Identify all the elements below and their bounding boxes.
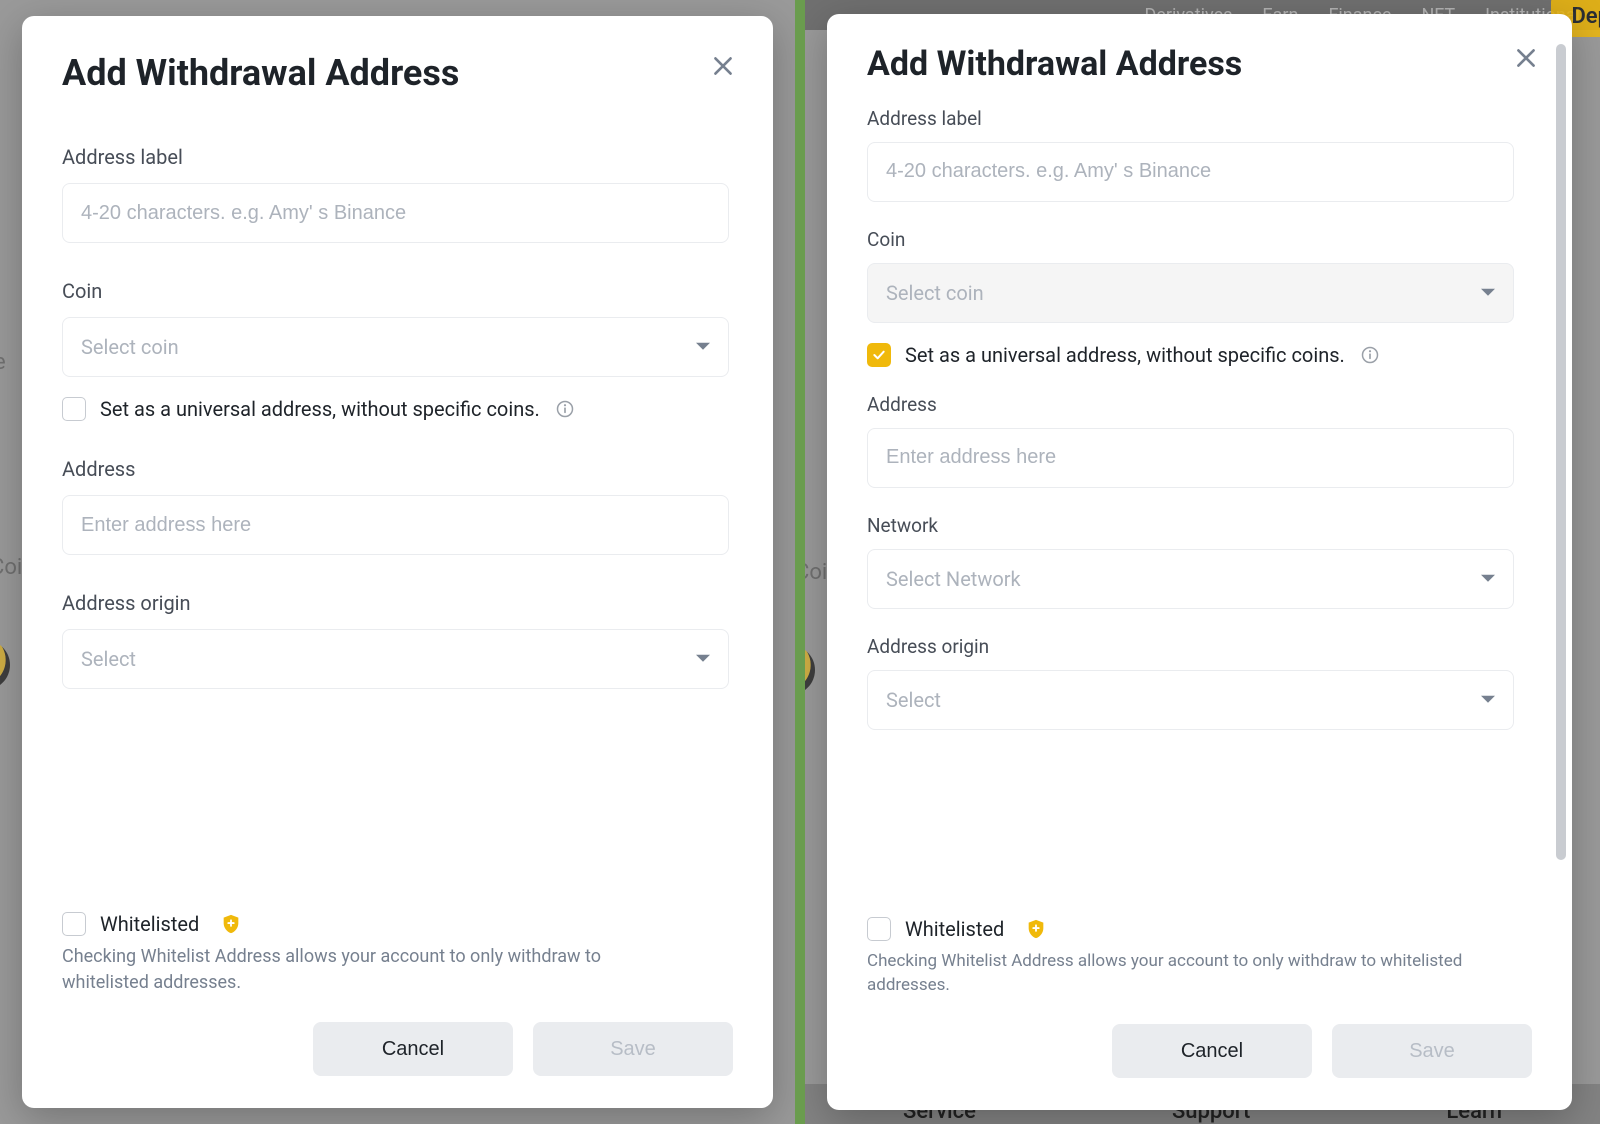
coin-select-placeholder: Select coin (81, 335, 179, 359)
button-row: Cancel Save (62, 1022, 733, 1076)
coin-select-placeholder: Select coin (886, 281, 984, 305)
save-button[interactable]: Save (533, 1022, 733, 1076)
coin-field: Coin Select coin Set as a universal add (867, 228, 1514, 367)
network-select[interactable]: Select Network (867, 549, 1514, 609)
shield-icon (219, 912, 243, 936)
backdrop-text: e (0, 350, 6, 375)
whitelist-checkbox[interactable] (62, 912, 86, 936)
right-pane: Derivatives Earn Finance NFT Institution… (800, 0, 1600, 1124)
universal-address-row: Set as a universal address, without spec… (62, 397, 729, 421)
whitelist-row: Whitelisted (62, 912, 733, 936)
coin-field: Coin Select coin Set as a universal addr… (62, 279, 729, 421)
universal-checkbox[interactable] (62, 397, 86, 421)
whitelist-checkbox[interactable] (867, 917, 891, 941)
cancel-button[interactable]: Cancel (1112, 1024, 1312, 1078)
backdrop-text: Coi (0, 555, 22, 580)
network-field: Network Select Network (867, 514, 1514, 609)
whitelist-row: Whitelisted (867, 917, 1532, 941)
origin-select[interactable]: Select (867, 670, 1514, 730)
address-label-input[interactable] (62, 183, 729, 243)
backdrop-coin-icon (800, 645, 815, 695)
address-input[interactable] (62, 495, 729, 555)
scrollbar[interactable] (1556, 44, 1566, 860)
address-label-field: Address label (867, 107, 1514, 202)
whitelist-helper: Checking Whitelist Address allows your a… (867, 949, 1466, 998)
coin-select[interactable]: Select coin (62, 317, 729, 377)
address-label-input[interactable] (867, 142, 1514, 202)
whitelist-label: Whitelisted (100, 912, 199, 936)
save-button[interactable]: Save (1332, 1024, 1532, 1078)
address-origin-field: Address origin Select (867, 635, 1514, 730)
address-input[interactable] (867, 428, 1514, 488)
whitelist-label: Whitelisted (905, 917, 1004, 941)
universal-checkbox[interactable] (867, 343, 891, 367)
address-label-field: Address label (62, 145, 729, 243)
backdrop-text: Coi (800, 560, 827, 585)
check-icon (871, 347, 887, 363)
button-row: Cancel Save (867, 1024, 1532, 1078)
origin-label: Address origin (62, 591, 729, 615)
origin-select-placeholder: Select (81, 647, 136, 671)
whitelist-helper: Checking Whitelist Address allows your a… (62, 944, 666, 996)
address-origin-field: Address origin Select (62, 591, 729, 689)
chevron-down-icon (1481, 688, 1495, 712)
coin-label: Coin (867, 228, 1514, 251)
add-withdrawal-address-modal: Add Withdrawal Address Address label Coi… (827, 14, 1572, 1110)
address-label-label: Address label (867, 107, 1514, 130)
universal-address-row: Set as a universal address, without spec… (867, 343, 1514, 367)
address-label: Address (867, 393, 1514, 416)
universal-label: Set as a universal address, without spec… (905, 343, 1345, 367)
origin-label: Address origin (867, 635, 1514, 658)
info-icon[interactable] (554, 398, 576, 420)
address-field: Address (867, 393, 1514, 488)
origin-select[interactable]: Select (62, 629, 729, 689)
chevron-down-icon (696, 647, 710, 671)
network-select-placeholder: Select Network (886, 567, 1021, 591)
address-label: Address (62, 457, 729, 481)
left-pane: e Coi Add Withdrawal Address Address lab… (0, 0, 800, 1124)
add-withdrawal-address-modal: Add Withdrawal Address Address label Coi… (22, 16, 773, 1108)
cancel-button[interactable]: Cancel (313, 1022, 513, 1076)
modal-title: Add Withdrawal Address (867, 44, 1532, 85)
chevron-down-icon (1481, 567, 1495, 591)
address-field: Address (62, 457, 729, 555)
backdrop-coin-icon (0, 640, 10, 690)
info-icon[interactable] (1359, 344, 1381, 366)
network-label: Network (867, 514, 1514, 537)
chevron-down-icon (696, 335, 710, 359)
coin-label: Coin (62, 279, 729, 303)
chevron-down-icon (1481, 281, 1495, 305)
modal-title: Add Withdrawal Address (62, 52, 733, 95)
whitelist-block: Whitelisted Checking Whitelist Address a… (867, 889, 1532, 1078)
shield-icon (1024, 917, 1048, 941)
address-label-label: Address label (62, 145, 729, 169)
coin-select: Select coin (867, 263, 1514, 323)
universal-label: Set as a universal address, without spec… (100, 397, 540, 421)
origin-select-placeholder: Select (886, 688, 941, 712)
whitelist-block: Whitelisted Checking Whitelist Address a… (62, 872, 733, 1076)
